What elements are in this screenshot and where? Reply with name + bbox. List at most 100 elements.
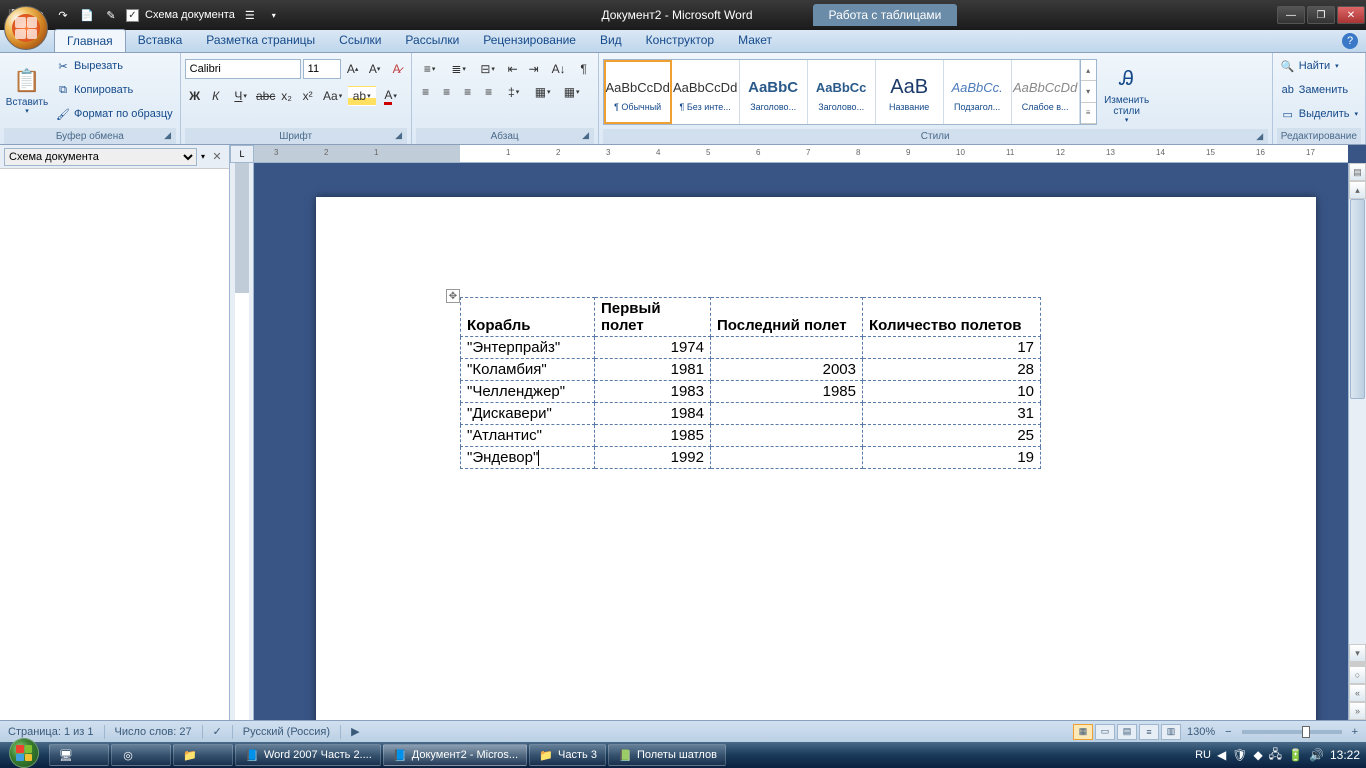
qat-redo-icon[interactable]: ↷ (54, 6, 72, 24)
zoom-in-button[interactable]: + (1348, 726, 1362, 738)
document-table[interactable]: Корабль Первый полет Последний полет Кол… (460, 297, 1041, 469)
strikethrough-button[interactable]: abc (256, 86, 276, 106)
tray-app-icon[interactable]: ◆ (1253, 748, 1262, 762)
table-header-row[interactable]: Корабль Первый полет Последний полет Кол… (461, 298, 1041, 337)
font-dialog-launcher[interactable]: ◢ (393, 130, 405, 142)
align-center-button[interactable]: ≡ (437, 82, 457, 102)
qat-docmap-checkbox[interactable]: ✓ (126, 9, 139, 22)
taskbar-item-browser[interactable]: ◎ (111, 744, 171, 766)
taskbar-item-word1[interactable]: 📘Word 2007 Часть 2.... (235, 744, 381, 766)
tab-table-layout[interactable]: Макет (726, 29, 784, 52)
shrink-font-button[interactable]: A▾ (365, 59, 385, 79)
style-subtitle[interactable]: AaBbCc.Подзагол... (944, 60, 1012, 124)
taskbar-item-tc[interactable]: 📁 (173, 744, 233, 766)
tab-page-layout[interactable]: Разметка страницы (194, 29, 327, 52)
ruler-toggle-button[interactable]: ▤ (1349, 163, 1366, 181)
cut-button[interactable]: ✂Вырезать (52, 55, 176, 77)
close-button[interactable]: ✕ (1337, 6, 1365, 24)
scroll-up-button[interactable]: ▴ (1349, 181, 1366, 199)
taskbar-item-excel[interactable]: 📗Полеты шатлов (608, 744, 726, 766)
numbering-button[interactable]: ≣▾ (445, 59, 473, 79)
justify-button[interactable]: ≡ (479, 82, 499, 102)
highlight-button[interactable]: ab▾ (348, 86, 376, 106)
increase-indent-button[interactable]: ⇥ (524, 59, 544, 79)
table-header-cell[interactable]: Корабль (461, 298, 595, 337)
document-map-body[interactable] (0, 169, 229, 720)
sort-button[interactable]: A↓ (545, 59, 573, 79)
table-row[interactable]: "Дискавери"198431 (461, 403, 1041, 425)
superscript-button[interactable]: x² (298, 86, 318, 106)
start-button[interactable] (0, 742, 48, 768)
table-row[interactable]: "Эндевор"199219 (461, 447, 1041, 469)
document-page[interactable]: ✥ Корабль Первый полет Последний полет К… (316, 197, 1316, 720)
tray-language[interactable]: RU (1195, 749, 1211, 761)
qat-new-icon[interactable]: 📄 (78, 6, 96, 24)
style-subtle-emphasis[interactable]: AaBbCcDdСлабое в... (1012, 60, 1080, 124)
view-draft-button[interactable]: ▥ (1161, 724, 1181, 740)
taskbar-item-folder[interactable]: 📁Часть 3 (529, 744, 606, 766)
status-page[interactable]: Страница: 1 из 1 (4, 726, 98, 738)
document-viewport[interactable]: ✥ Корабль Первый полет Последний полет К… (254, 163, 1348, 720)
copy-button[interactable]: ⧉Копировать (52, 79, 176, 101)
tab-review[interactable]: Рецензирование (471, 29, 588, 52)
styles-dialog-launcher[interactable]: ◢ (1254, 131, 1266, 143)
zoom-out-button[interactable]: − (1221, 726, 1235, 738)
zoom-slider[interactable] (1242, 730, 1342, 734)
table-row[interactable]: "Энтерпрайз"197417 (461, 337, 1041, 359)
shading-button[interactable]: ▦▾ (529, 82, 557, 102)
status-macro-icon[interactable]: ▶ (347, 725, 363, 738)
table-move-handle[interactable]: ✥ (446, 289, 460, 303)
tray-chevron-icon[interactable]: ◀ (1217, 748, 1226, 762)
zoom-level[interactable]: 130% (1183, 726, 1219, 738)
tab-table-design[interactable]: Конструктор (634, 29, 726, 52)
clear-formatting-button[interactable]: A̷ (387, 59, 407, 79)
table-row[interactable]: "Атлантис"198525 (461, 425, 1041, 447)
office-button[interactable] (4, 6, 48, 50)
find-button[interactable]: 🔍Найти▾ (1277, 55, 1361, 77)
view-outline-button[interactable]: ≡ (1139, 724, 1159, 740)
qat-mode-icon[interactable]: ☰ (241, 6, 259, 24)
font-name-select[interactable] (185, 59, 301, 79)
tray-volume-icon[interactable]: 🔊 (1309, 748, 1324, 762)
align-right-button[interactable]: ≡ (458, 82, 478, 102)
table-header-cell[interactable]: Количество полетов (863, 298, 1041, 337)
style-heading2[interactable]: AaBbCcЗаголово... (808, 60, 876, 124)
borders-button[interactable]: ▦▾ (558, 82, 586, 102)
change-styles-button[interactable]: Ꭿ Изменить стили ▾ (1099, 59, 1155, 129)
tray-shield-icon[interactable]: 🛡 (1232, 748, 1247, 762)
bold-button[interactable]: Ж (185, 86, 205, 106)
tray-network-icon[interactable]: 🖧 (1269, 745, 1282, 766)
minimize-button[interactable]: — (1277, 6, 1305, 24)
status-proofing-icon[interactable]: ✓ (209, 725, 226, 738)
table-row[interactable]: "Коламбия"1981200328 (461, 359, 1041, 381)
taskbar-item-word2[interactable]: 📘Документ2 - Micros... (383, 744, 527, 766)
table-row[interactable]: "Челленджер"1983198510 (461, 381, 1041, 403)
prev-page-button[interactable]: « (1349, 684, 1366, 702)
browse-object-button[interactable]: ○ (1349, 666, 1366, 684)
tray-battery-icon[interactable]: 🔋 (1288, 748, 1303, 762)
next-page-button[interactable]: » (1349, 702, 1366, 720)
decrease-indent-button[interactable]: ⇤ (503, 59, 523, 79)
tab-references[interactable]: Ссылки (327, 29, 393, 52)
taskbar-item-explorer[interactable]: 🖥 (49, 744, 109, 766)
status-language[interactable]: Русский (Россия) (239, 726, 334, 738)
style-title[interactable]: AaBНазвание (876, 60, 944, 124)
paste-button[interactable]: 📋 Вставить ▾ (4, 55, 50, 125)
bullets-button[interactable]: ≡▾ (416, 59, 444, 79)
document-map-select[interactable]: Схема документа (4, 148, 197, 166)
align-left-button[interactable]: ≡ (416, 82, 436, 102)
tab-home[interactable]: Главная (54, 29, 126, 52)
maximize-button[interactable]: ❐ (1307, 6, 1335, 24)
view-full-screen-button[interactable]: ▭ (1095, 724, 1115, 740)
help-button[interactable]: ? (1342, 33, 1358, 49)
scroll-thumb[interactable] (1350, 199, 1365, 399)
replace-button[interactable]: abЗаменить (1277, 79, 1361, 101)
vertical-ruler[interactable] (230, 163, 254, 720)
view-web-layout-button[interactable]: ▤ (1117, 724, 1137, 740)
italic-button[interactable]: К (206, 86, 226, 106)
font-color-button[interactable]: A▾ (377, 86, 405, 106)
subscript-button[interactable]: x₂ (277, 86, 297, 106)
change-case-button[interactable]: Aa▾ (319, 86, 347, 106)
qat-more-icon[interactable]: ▾ (265, 6, 283, 24)
show-marks-button[interactable]: ¶ (574, 59, 594, 79)
